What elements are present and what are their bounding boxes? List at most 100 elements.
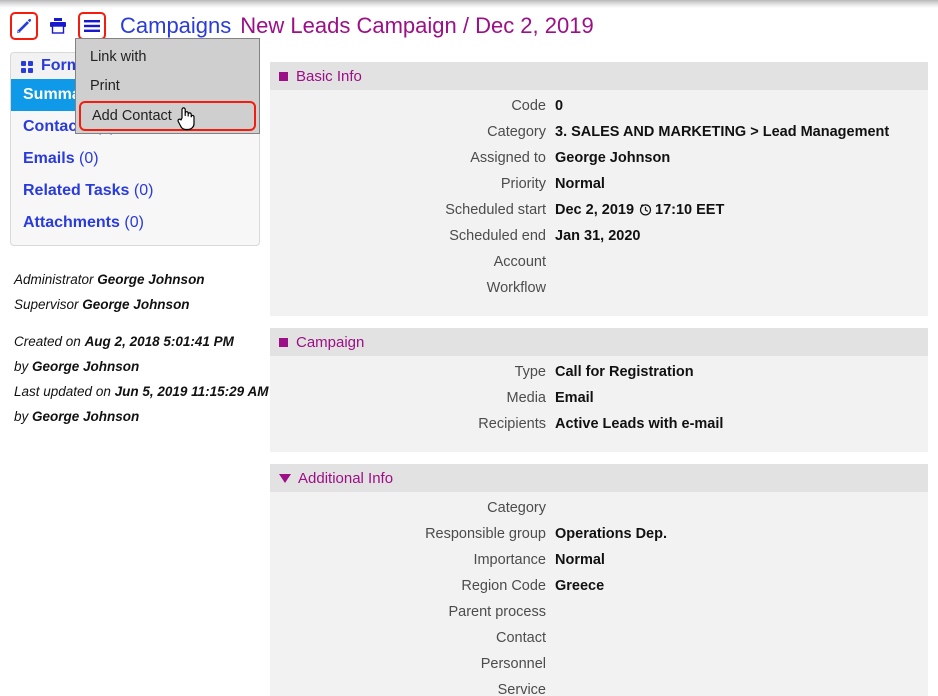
app-root: Campaigns New Leads Campaign / Dec 2, 20… <box>0 0 938 696</box>
meta-updated-by-label: by <box>14 409 29 424</box>
field-value: Jan 31, 2020 <box>555 228 641 244</box>
meta-updated-by-value: George Johnson <box>32 409 140 424</box>
section-basic-info: Basic Info Code 0 Category 3. SALES AND … <box>270 62 928 316</box>
meta-created-by-value: George Johnson <box>32 359 140 374</box>
section-campaign-header[interactable]: Campaign <box>270 328 928 356</box>
field-value: Greece <box>555 578 605 594</box>
field-label: Service <box>497 682 546 696</box>
sidebar-item-count: (0) <box>79 150 99 167</box>
field-row: Region Code Greece <box>270 578 928 604</box>
field-row: Recipients Active Leads with e-mail <box>270 416 928 442</box>
section-basic-info-header[interactable]: Basic Info <box>270 62 928 90</box>
pencil-edit-icon <box>17 18 32 34</box>
field-row: Type Call for Registration <box>270 364 928 390</box>
meta-spacer <box>14 322 274 334</box>
record-metadata: Administrator George Johnson Supervisor … <box>14 272 274 434</box>
field-label: Importance <box>473 552 546 568</box>
field-value: Normal <box>555 176 605 192</box>
menu-item-link-with[interactable]: Link with <box>76 43 259 72</box>
field-row: Service <box>270 682 928 696</box>
meta-updated-label: Last updated on <box>14 384 111 399</box>
field-row: Responsible group Operations Dep. <box>270 526 928 552</box>
field-row: Parent process <box>270 604 928 630</box>
field-label: Scheduled end <box>449 228 546 244</box>
section-campaign: Campaign Type Call for Registration Medi… <box>270 328 928 452</box>
meta-supervisor-label: Supervisor <box>14 297 79 312</box>
meta-administrator: Administrator George Johnson <box>14 272 274 287</box>
sidebar-item-label: Attachments <box>23 214 120 231</box>
field-row: Scheduled start Dec 2, 2019 17:10 EET <box>270 202 928 228</box>
sidebar-item-label: Related Tasks <box>23 182 130 199</box>
field-value: George Johnson <box>555 150 671 166</box>
field-value: 0 <box>555 98 564 114</box>
field-row: Assigned to George Johnson <box>270 150 928 176</box>
field-label: Account <box>493 254 546 270</box>
sidebar-item-attachments[interactable]: Attachments (0) <box>11 207 259 239</box>
section-additional-info-header[interactable]: Additional Info <box>270 464 928 492</box>
field-label: Scheduled start <box>445 202 546 218</box>
field-row: Scheduled end Jan 31, 2020 <box>270 228 928 254</box>
meta-created-value: Aug 2, 2018 5:01:41 PM <box>84 334 234 349</box>
section-additional-info-title: Additional Info <box>298 469 394 487</box>
meta-administrator-label: Administrator <box>14 272 94 287</box>
hamburger-menu-icon <box>84 20 100 32</box>
field-label: Parent process <box>448 604 546 620</box>
page-title: New Leads Campaign / Dec 2, 2019 <box>240 13 594 38</box>
clock-icon <box>639 204 652 216</box>
field-label: Region Code <box>461 578 546 594</box>
field-label: Media <box>506 390 547 406</box>
sidebar-item-related-tasks[interactable]: Related Tasks (0) <box>11 175 259 207</box>
field-value: Active Leads with e-mail <box>555 416 724 432</box>
sidebar-item-count: (0) <box>124 214 144 231</box>
menu-button[interactable] <box>78 12 106 40</box>
meta-updated-by: by George Johnson <box>14 409 274 424</box>
sidebar-item-label: Emails <box>23 150 75 167</box>
field-value-date: Dec 2, 2019 <box>555 202 635 218</box>
meta-administrator-value: George Johnson <box>97 272 205 287</box>
field-row: Category <box>270 500 928 526</box>
section-basic-info-body: Code 0 Category 3. SALES AND MARKETING >… <box>270 90 928 316</box>
printer-icon <box>50 18 66 34</box>
section-basic-info-title: Basic Info <box>296 67 362 85</box>
field-value: Dec 2, 2019 17:10 EET <box>555 202 724 218</box>
menu-item-add-contact[interactable]: Add Contact <box>79 101 256 131</box>
field-row: Contact <box>270 630 928 656</box>
field-label: Code <box>511 98 546 114</box>
section-collapsed-square-icon <box>279 337 288 347</box>
sidebar-item-count: (0) <box>133 182 154 199</box>
menu-item-print[interactable]: Print <box>76 72 259 101</box>
field-row: Category 3. SALES AND MARKETING > Lead M… <box>270 124 928 150</box>
section-additional-info: Additional Info Category Responsible gro… <box>270 464 928 696</box>
field-label: Assigned to <box>470 150 546 166</box>
field-row: Importance Normal <box>270 552 928 578</box>
field-value: Email <box>555 390 594 406</box>
section-campaign-title: Campaign <box>296 333 365 351</box>
meta-updated-value: Jun 5, 2019 11:15:29 AM <box>114 384 269 399</box>
field-label: Category <box>487 124 546 140</box>
field-label: Priority <box>500 176 546 192</box>
breadcrumb: Campaigns New Leads Campaign / Dec 2, 20… <box>120 13 594 39</box>
meta-updated-on: Last updated on Jun 5, 2019 11:15:29 AM <box>14 384 274 399</box>
field-row: Account <box>270 254 928 280</box>
breadcrumb-campaigns-link[interactable]: Campaigns <box>120 13 231 39</box>
field-label: Type <box>514 364 546 380</box>
actions-dropdown-menu[interactable]: Link with Print Add Contact <box>75 38 260 134</box>
field-row: Personnel <box>270 656 928 682</box>
meta-supervisor-value: George Johnson <box>82 297 190 312</box>
section-campaign-body: Type Call for Registration Media Email R… <box>270 356 928 452</box>
field-label: Workflow <box>486 280 546 296</box>
field-label: Category <box>487 500 546 516</box>
meta-created-by: by George Johnson <box>14 359 274 374</box>
field-row: Workflow <box>270 280 928 306</box>
section-additional-info-body: Category Responsible group Operations De… <box>270 492 928 696</box>
print-button[interactable] <box>44 12 72 40</box>
triangle-down-icon <box>279 473 291 483</box>
meta-supervisor: Supervisor George Johnson <box>14 297 274 312</box>
edit-button[interactable] <box>10 12 38 40</box>
sidebar-item-emails[interactable]: Emails (0) <box>11 143 259 175</box>
field-label: Recipients <box>478 416 546 432</box>
meta-created-on: Created on Aug 2, 2018 5:01:41 PM <box>14 334 274 349</box>
field-value: Operations Dep. <box>555 526 667 542</box>
main-content: Basic Info Code 0 Category 3. SALES AND … <box>270 62 928 696</box>
field-row: Priority Normal <box>270 176 928 202</box>
